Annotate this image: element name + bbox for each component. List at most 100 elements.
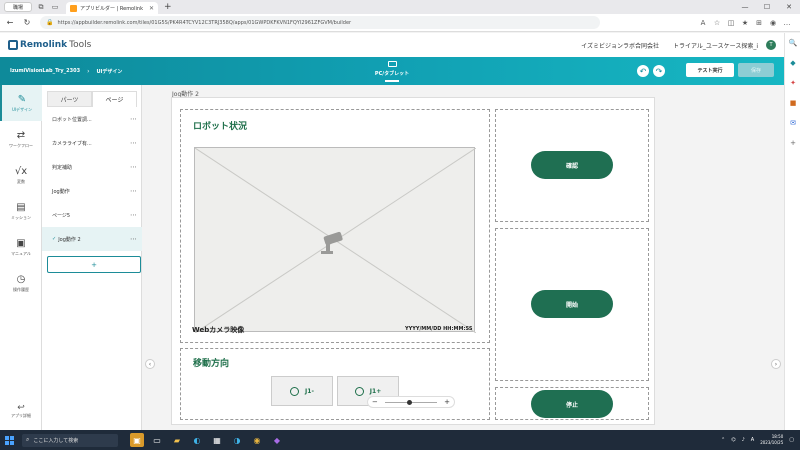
user-name[interactable]: トライアル_ユースケース探索_i: [673, 41, 758, 50]
notifications-icon[interactable]: ▢: [789, 437, 794, 443]
browser-toolbar-icons: A ☆ ◫ ★ ⊞ ◉ …: [696, 19, 794, 27]
rail-item-ui-design[interactable]: ✎ UIデザイン: [0, 85, 42, 121]
zoom-slider-knob[interactable]: [407, 399, 412, 405]
browser-tab[interactable]: アプリビルダー | Remolink ✕: [66, 2, 158, 14]
more-options-icon[interactable]: ⋯: [130, 163, 137, 171]
shopping-icon[interactable]: ◆: [785, 59, 800, 73]
network-icon[interactable]: ⌬: [731, 437, 735, 443]
left-rail: ✎ UIデザイン ⇄ ワークフロー √x 変数 ▤ ミッション ▣ マニュアル …: [0, 85, 42, 430]
tray-chevron-icon[interactable]: ⌃: [721, 437, 725, 443]
windows-start-icon[interactable]: [5, 435, 14, 445]
zoom-in-icon[interactable]: +: [444, 398, 450, 406]
back-icon[interactable]: ←: [3, 18, 17, 27]
maximize-icon[interactable]: ☐: [756, 0, 778, 14]
search-sidebar-icon[interactable]: 🔍: [785, 39, 800, 53]
list-item[interactable]: ページ5 ⋯: [42, 203, 142, 227]
profile-icon[interactable]: ◉: [766, 19, 780, 27]
rail-item-manual[interactable]: ▣ マニュアル: [0, 229, 42, 265]
collections-icon[interactable]: ⊞: [752, 19, 766, 27]
more-options-icon[interactable]: ⋯: [130, 139, 137, 147]
outlook-icon[interactable]: ✉: [785, 119, 800, 133]
rail-item-variables[interactable]: √x 変数: [0, 157, 42, 193]
jog-minus-button[interactable]: J1-: [271, 376, 333, 406]
list-item[interactable]: 判定補助 ⋯: [42, 155, 142, 179]
app-grid-icon[interactable]: ▦: [210, 433, 224, 447]
collapse-right-icon[interactable]: ›: [771, 359, 781, 369]
edge-browser-icon[interactable]: ◐: [190, 433, 204, 447]
remolink-logo[interactable]: Remolink Tools: [8, 40, 91, 50]
close-window-icon[interactable]: ✕: [778, 0, 800, 14]
robot-status-section[interactable]: ロボット状況: [180, 109, 490, 343]
save-button[interactable]: 保存: [738, 63, 774, 77]
task-view-icon[interactable]: ▭: [150, 433, 164, 447]
list-item[interactable]: カメラライブ有... ⋯: [42, 131, 142, 155]
favorite-star-icon[interactable]: ☆: [710, 19, 724, 27]
breadcrumb: UIデザイン: [96, 68, 123, 75]
split-screen-icon[interactable]: ◫: [724, 19, 738, 27]
camera-view[interactable]: [194, 147, 477, 334]
more-options-icon[interactable]: ⋯: [130, 115, 137, 123]
briefcase-app-icon[interactable]: ▣: [130, 433, 144, 447]
profile-label: 職場: [12, 4, 23, 11]
page-name: ロボット位置調...: [52, 116, 92, 123]
radio-circle-icon: [290, 386, 300, 396]
tab-actions-icon[interactable]: ▭: [50, 2, 60, 12]
add-sidebar-icon[interactable]: +: [785, 139, 800, 153]
read-aloud-icon[interactable]: A: [696, 19, 710, 27]
chrome-icon[interactable]: ◉: [250, 433, 264, 447]
rail-item-workflow[interactable]: ⇄ ワークフロー: [0, 121, 42, 157]
clock[interactable]: 18:50 2023/10/25: [760, 434, 783, 446]
clock-date: 2023/10/25: [760, 440, 784, 445]
favorites-icon[interactable]: ★: [738, 19, 752, 27]
remolink-favicon-icon: [70, 4, 77, 12]
office-icon[interactable]: ■: [785, 99, 800, 113]
design-canvas: ロボット状況 移動方向: [171, 97, 655, 425]
stop-button[interactable]: 停止: [531, 390, 613, 418]
undo-icon[interactable]: ↶: [637, 65, 649, 77]
workspaces-icon[interactable]: ⧉: [36, 2, 46, 12]
file-explorer-icon[interactable]: ▰: [170, 433, 184, 447]
new-tab-icon[interactable]: +: [164, 2, 172, 12]
taskbar-search[interactable]: ⌕ ここに入力して検索: [22, 433, 118, 447]
confirm-button[interactable]: 確認: [531, 151, 613, 179]
refresh-icon[interactable]: ↻: [20, 18, 34, 27]
edge-beta-icon[interactable]: ◑: [230, 433, 244, 447]
project-name[interactable]: IzumiVisionLab_Try_2303: [10, 68, 80, 74]
move-direction-section[interactable]: 移動方向: [180, 348, 490, 420]
zoom-out-icon[interactable]: −: [372, 398, 378, 406]
zoom-slider[interactable]: [385, 399, 437, 405]
more-options-icon[interactable]: ⋯: [130, 235, 137, 243]
camera-timestamp: YYYY/MM/DD HH:MM:SS: [405, 326, 473, 332]
tab-parts[interactable]: パーツ: [47, 91, 92, 107]
more-menu-icon[interactable]: …: [780, 19, 794, 27]
window-controls: — ☐ ✕: [734, 0, 800, 14]
visual-studio-icon[interactable]: ◆: [270, 433, 284, 447]
more-options-icon[interactable]: ⋯: [130, 211, 137, 219]
robot-status-title: ロボット状況: [193, 122, 248, 132]
minimize-icon[interactable]: —: [734, 0, 756, 14]
avatar[interactable]: T: [766, 40, 776, 50]
start-button[interactable]: 開始: [531, 290, 613, 318]
ime-indicator[interactable]: A: [751, 437, 754, 443]
test-run-button[interactable]: テスト実行: [686, 63, 734, 77]
rail-item-history[interactable]: ◷ 操作履歴: [0, 265, 42, 301]
page-name: Jog動作 2: [58, 236, 81, 243]
device-selector[interactable]: PC/タブレット: [372, 61, 412, 82]
volume-icon[interactable]: ♪: [742, 437, 745, 443]
redo-icon[interactable]: ↷: [653, 65, 665, 77]
ui-design-icon: ✎: [17, 93, 27, 105]
close-tab-icon[interactable]: ✕: [149, 5, 154, 12]
list-item[interactable]: ロボット位置調... ⋯: [42, 107, 142, 131]
tab-pages[interactable]: ページ: [92, 91, 137, 107]
add-page-button[interactable]: +: [47, 256, 141, 273]
more-options-icon[interactable]: ⋯: [130, 187, 137, 195]
url-field[interactable]: 🔒 https://appbuilder.remolink.com/tiles/…: [40, 16, 600, 29]
app-details-link[interactable]: ↩ アプリ詳細: [0, 403, 42, 419]
profile-button[interactable]: 職場: [4, 2, 32, 12]
list-item[interactable]: Jog動作 ⋯: [42, 179, 142, 203]
list-item-active[interactable]: ✓ Jog動作 2 ⋯: [42, 227, 142, 251]
rail-item-missions[interactable]: ▤ ミッション: [0, 193, 42, 229]
tools-icon[interactable]: ✦: [785, 79, 800, 93]
jog-plus-label: J1+: [369, 387, 382, 395]
collapse-left-icon[interactable]: ‹: [145, 359, 155, 369]
